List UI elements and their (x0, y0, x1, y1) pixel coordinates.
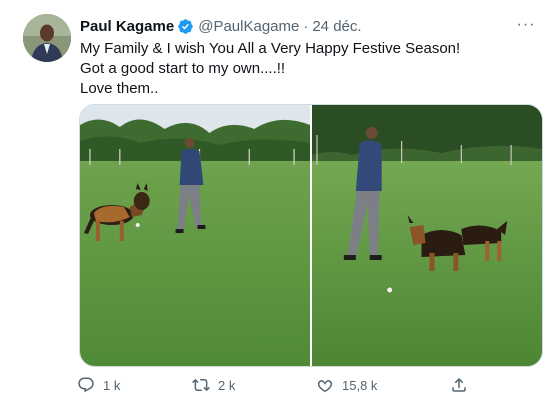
tweet-text: My Family & I wish You All a Very Happy … (80, 39, 460, 99)
retweet-count: 2 k (218, 377, 236, 393)
tweet-actions: 1 k 2 k 15,8 k (77, 376, 477, 398)
like-count: 15,8 k (342, 377, 378, 393)
verified-badge-icon (177, 18, 194, 35)
photo-left[interactable] (80, 105, 310, 366)
reply-button[interactable]: 1 k (77, 376, 120, 394)
tweet-text-line: My Family & I wish You All a Very Happy … (80, 40, 461, 57)
user-handle[interactable]: @PaulKagame (198, 18, 299, 35)
like-button[interactable]: 15,8 k (316, 376, 377, 394)
photo-right[interactable] (312, 105, 542, 366)
display-name[interactable]: Paul Kagame (80, 18, 174, 35)
more-options-icon[interactable]: ··· (514, 14, 538, 36)
share-icon (452, 377, 466, 392)
retweet-icon (192, 378, 210, 392)
reply-icon (78, 377, 94, 393)
header-separator: · (303, 17, 309, 35)
share-button[interactable] (450, 376, 476, 394)
like-icon (317, 380, 333, 393)
media-grid (79, 104, 543, 367)
avatar[interactable] (23, 14, 71, 62)
tweet-text-line: Got a good start to my own....!! (80, 60, 286, 77)
tweet-date[interactable]: 24 déc. (312, 18, 361, 35)
tweet-text-line: Love them.. (80, 80, 159, 97)
tweet-header: Paul Kagame @PaulKagame · 24 déc. (80, 16, 362, 36)
reply-count: 1 k (103, 377, 121, 393)
tweet[interactable]: Paul Kagame @PaulKagame · 24 déc. ··· My… (0, 0, 550, 407)
retweet-button[interactable]: 2 k (192, 376, 235, 394)
